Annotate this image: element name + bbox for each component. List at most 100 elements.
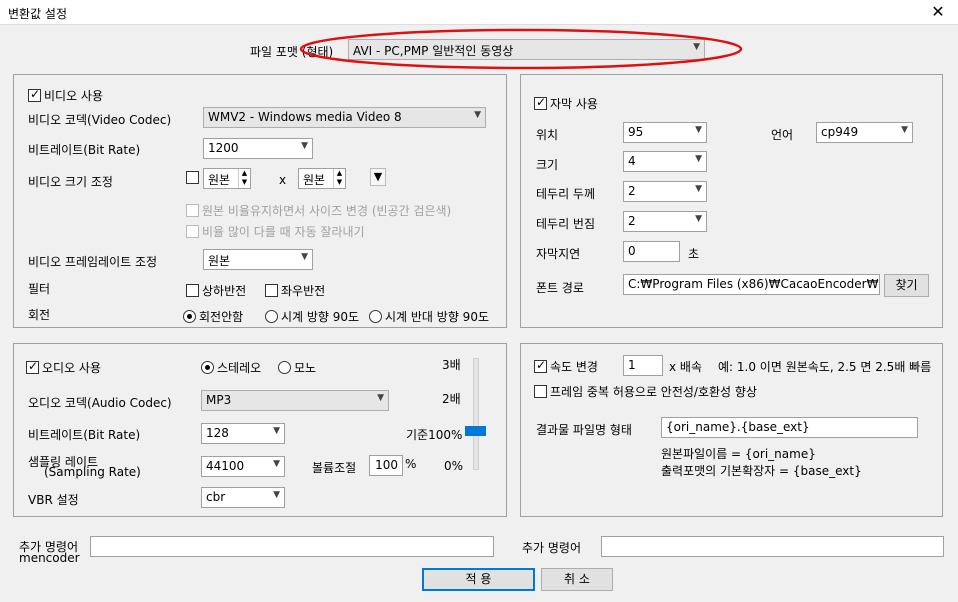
checkbox-icon bbox=[265, 284, 278, 297]
result-name-input[interactable]: {ori_name}.{base_ext} bbox=[661, 417, 918, 438]
audio-use-checkbox[interactable]: 오디오 사용 bbox=[26, 359, 101, 376]
auto-crop-checkbox[interactable]: 비율 많이 다를 때 자동 잘라내기 bbox=[186, 223, 365, 240]
checkbox-checked-icon bbox=[26, 359, 39, 374]
cancel-button[interactable]: 취 소 bbox=[541, 568, 613, 591]
audio-codec-value: MP3 bbox=[206, 393, 232, 407]
annotation-ellipse bbox=[299, 28, 743, 70]
audio-use-label: 오디오 사용 bbox=[42, 361, 102, 375]
resize-height-spinner[interactable]: 원본 ▲ ▼ bbox=[298, 168, 346, 189]
radio-icon bbox=[278, 361, 291, 374]
speed-example: 예: 1.0 이면 원본속도, 2.5 면 2.5배 빠름 bbox=[718, 360, 932, 374]
radio-selected-icon bbox=[183, 310, 196, 323]
subtitle-size-label: 크기 bbox=[536, 158, 559, 172]
border-blur-select[interactable]: 2 ▼ bbox=[623, 211, 707, 232]
subtitle-delay-input[interactable]: 0 bbox=[623, 241, 680, 262]
video-use-checkbox[interactable]: 비디오 사용 bbox=[28, 87, 103, 104]
video-codec-select[interactable]: WMV2 - Windows media Video 8 ▼ bbox=[203, 107, 486, 128]
result-name-value: {ori_name}.{base_ext} bbox=[666, 420, 810, 434]
video-resize-label: 비디오 크기 조정 bbox=[28, 175, 113, 189]
video-bitrate-select[interactable]: 1200 ▼ bbox=[203, 138, 313, 159]
resize-width-spinner[interactable]: 원본 ▲ ▼ bbox=[203, 168, 251, 189]
rotate-none-radio[interactable]: 회전안함 bbox=[183, 308, 243, 325]
samplerate-select[interactable]: 44100 ▼ bbox=[201, 456, 285, 477]
volume-scale-base: 기준100% bbox=[406, 428, 463, 442]
extra-cmd-input[interactable] bbox=[601, 536, 944, 557]
audio-bitrate-select[interactable]: 128 ▼ bbox=[201, 423, 285, 444]
radio-icon bbox=[369, 310, 382, 323]
stereo-label: 스테레오 bbox=[217, 361, 262, 375]
border-width-select[interactable]: 2 ▼ bbox=[623, 181, 707, 202]
audio-codec-select[interactable]: MP3 ▼ bbox=[201, 390, 389, 411]
dup-frame-checkbox[interactable]: 프레임 중복 허용으로 안전성/호환성 향상 bbox=[534, 383, 757, 400]
video-use-label: 비디오 사용 bbox=[44, 89, 104, 103]
mencoder-extra-input[interactable] bbox=[90, 536, 494, 557]
speed-input[interactable]: 1 bbox=[623, 355, 663, 376]
border-blur-label: 테두리 번짐 bbox=[536, 217, 596, 231]
volume-slider-track[interactable] bbox=[473, 358, 479, 470]
video-codec-value: WMV2 - Windows media Video 8 bbox=[208, 110, 402, 124]
chevron-down-icon: ▼ bbox=[474, 110, 481, 120]
volume-scale-0: 0% bbox=[444, 459, 464, 473]
spinner-arrows-icon[interactable]: ▲ ▼ bbox=[333, 169, 345, 188]
framerate-label: 비디오 프레임레이트 조정 bbox=[28, 255, 158, 269]
keep-ratio-checkbox[interactable]: 원본 비율유지하면서 사이즈 변경 (빈공간 검은색) bbox=[186, 202, 451, 219]
auto-crop-label: 비율 많이 다를 때 자동 잘라내기 bbox=[202, 225, 365, 239]
speed-unit: x 배속 bbox=[669, 360, 702, 374]
volume-scale-2x: 2배 bbox=[442, 392, 461, 406]
spinner-arrows-icon[interactable]: ▲ ▼ bbox=[238, 169, 250, 188]
rotate-cw-label: 시계 방향 90도 bbox=[281, 310, 360, 324]
subtitle-position-label: 위치 bbox=[536, 128, 559, 142]
mono-label: 모노 bbox=[294, 361, 317, 375]
resize-dropdown-icon[interactable]: ▼ bbox=[370, 168, 386, 186]
flip-vertical-checkbox[interactable]: 상하반전 bbox=[186, 282, 246, 299]
font-path-value: C:₩Program Files (x86)₩CacaoEncoder₩m bbox=[628, 277, 880, 291]
subtitle-lang-select[interactable]: cp949 ▼ bbox=[816, 122, 913, 143]
speed-change-checkbox[interactable]: 속도 변경 bbox=[534, 358, 598, 375]
vbr-value: cbr bbox=[206, 490, 226, 504]
font-path-input[interactable]: C:₩Program Files (x86)₩CacaoEncoder₩m bbox=[623, 274, 880, 295]
chevron-down-icon: ▼ bbox=[695, 125, 702, 135]
checkbox-icon bbox=[186, 284, 199, 297]
rotate-cw-radio[interactable]: 시계 방향 90도 bbox=[265, 308, 359, 325]
rotate-ccw-radio[interactable]: 시계 반대 방향 90도 bbox=[369, 308, 489, 325]
chevron-down-icon: ▼ bbox=[273, 459, 280, 469]
browse-font-button[interactable]: 찾기 bbox=[884, 274, 929, 297]
title-bar: 변환값 설정 ✕ bbox=[0, 0, 958, 25]
font-path-label: 폰트 경로 bbox=[536, 281, 584, 295]
subtitle-position-select[interactable]: 95 ▼ bbox=[623, 122, 707, 143]
result-name-label: 결과물 파일명 형태 bbox=[536, 423, 632, 437]
speed-change-label: 속도 변경 bbox=[550, 360, 598, 374]
chevron-down-icon: ▼ bbox=[377, 393, 384, 403]
mono-radio[interactable]: 모노 bbox=[278, 359, 316, 376]
chevron-down-icon: ▼ bbox=[301, 252, 308, 262]
apply-button[interactable]: 적 용 bbox=[422, 568, 535, 591]
flip-horizontal-checkbox[interactable]: 좌우반전 bbox=[265, 282, 325, 299]
vbr-select[interactable]: cbr ▼ bbox=[201, 487, 285, 508]
subtitle-delay-value: 0 bbox=[628, 244, 636, 258]
border-width-label: 테두리 두께 bbox=[536, 187, 596, 201]
checkbox-disabled-icon bbox=[186, 225, 199, 238]
chevron-down-icon: ▼ bbox=[301, 141, 308, 151]
radio-selected-icon bbox=[201, 361, 214, 374]
subtitle-size-select[interactable]: 4 ▼ bbox=[623, 151, 707, 172]
border-width-value: 2 bbox=[628, 184, 636, 198]
samplerate-value: 44100 bbox=[206, 459, 245, 473]
audio-codec-label: 오디오 코덱(Audio Codec) bbox=[28, 396, 172, 410]
video-resize-checkbox[interactable] bbox=[186, 171, 199, 184]
volume-input[interactable]: 100 bbox=[369, 455, 403, 476]
volume-unit: % bbox=[405, 457, 417, 471]
radio-icon bbox=[265, 310, 278, 323]
close-icon[interactable]: ✕ bbox=[928, 2, 948, 21]
stereo-radio[interactable]: 스테레오 bbox=[201, 359, 261, 376]
subtitle-lang-label: 언어 bbox=[771, 128, 794, 142]
framerate-select[interactable]: 원본 ▼ bbox=[203, 249, 313, 270]
chevron-down-icon: ▼ bbox=[901, 125, 908, 135]
checkbox-checked-icon bbox=[28, 87, 41, 102]
samplerate-label-2: (Sampling Rate) bbox=[44, 465, 141, 479]
subtitle-use-checkbox[interactable]: 자막 사용 bbox=[534, 95, 598, 112]
audio-bitrate-label: 비트레이트(Bit Rate) bbox=[28, 428, 141, 442]
checkbox-icon bbox=[534, 385, 547, 398]
subtitle-delay-label: 자막지연 bbox=[536, 247, 581, 261]
audio-bitrate-value: 128 bbox=[206, 426, 229, 440]
volume-slider-thumb[interactable] bbox=[465, 426, 486, 436]
